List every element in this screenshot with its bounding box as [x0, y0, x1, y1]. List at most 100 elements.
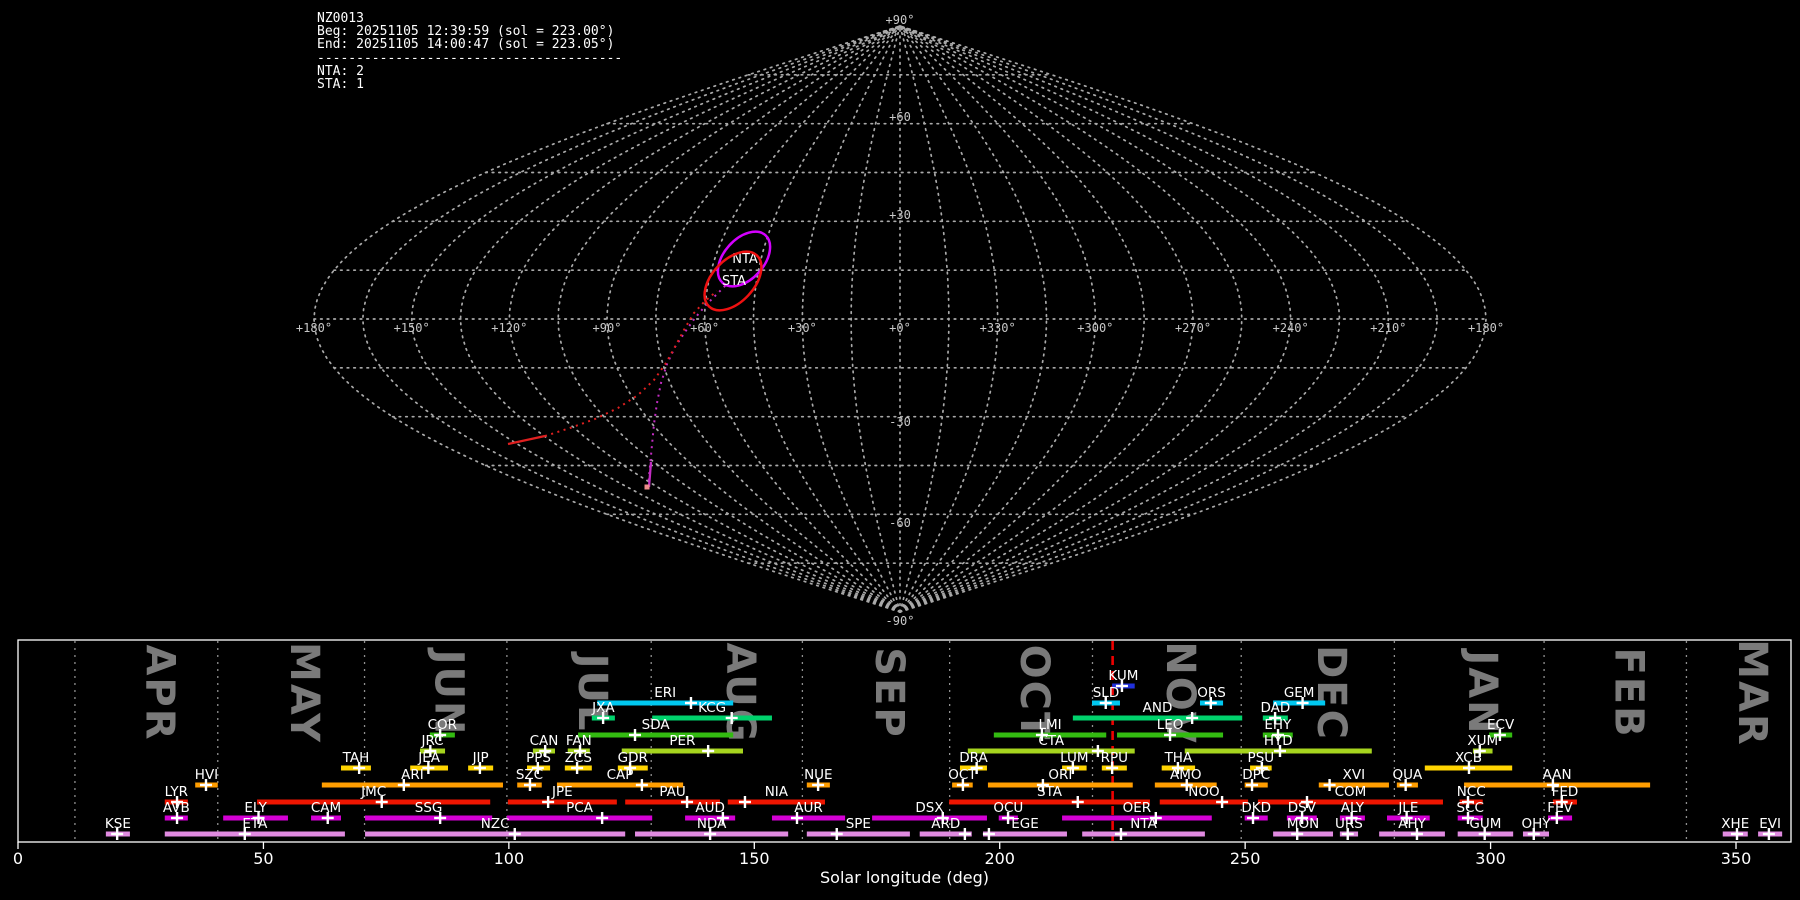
map-longitude-label: +60°: [690, 321, 719, 335]
shower-label-ZCS: ZCS: [565, 750, 592, 766]
peak-marker-PCA: [596, 812, 609, 824]
shower-bar-NOO: [1159, 799, 1249, 805]
map-latitude-label: +90°: [886, 13, 915, 27]
shower-label-XCB: XCB: [1455, 750, 1482, 766]
peak-marker-ARD: [958, 828, 971, 840]
peak-marker-CAP: [635, 779, 648, 791]
peak-marker-NZC: [508, 828, 521, 840]
shower-bar-ETA: [164, 831, 345, 837]
axis-tick-label: 0: [13, 849, 23, 868]
shower-label-JMC: JMC: [360, 784, 386, 800]
shower-bar-AUR: [771, 815, 846, 821]
shower-label-OCT: OCT: [948, 767, 977, 783]
shower-label-ECV: ECV: [1487, 717, 1515, 733]
shower-label-XVI: XVI: [1343, 767, 1365, 783]
shower-bar-JMC: [257, 799, 491, 805]
shower-label-MON: MON: [1287, 816, 1319, 832]
map-latitude-label: +60: [889, 110, 911, 124]
shower-label-CAN: CAN: [530, 733, 559, 749]
shower-label-JPE: JPE: [551, 784, 573, 800]
shower-label-THA: THA: [1164, 750, 1193, 766]
shower-label-AUD: AUD: [695, 800, 725, 816]
axis-tick-label: 300: [1475, 849, 1506, 868]
shower-label-SCC: SCC: [1456, 800, 1483, 816]
shower-bar-SPE: [806, 831, 910, 837]
shower-bar-SDA: [578, 732, 734, 738]
map-longitude-label: +30°: [788, 321, 817, 335]
radiant-trail-NTA: [647, 283, 728, 488]
shower-label-GDR: GDR: [618, 750, 648, 766]
shower-bar-KCG: [652, 715, 772, 721]
axis-tick-label: 350: [1721, 849, 1752, 868]
shower-bar-JPE: [507, 799, 617, 805]
axis-tick-label: 250: [1230, 849, 1261, 868]
axis-tick-label: 50: [253, 849, 273, 868]
shower-label-AHY: AHY: [1398, 816, 1426, 832]
shower-label-SSG: SSG: [415, 800, 443, 816]
map-latitude-label: -30: [889, 415, 911, 429]
month-label-SEP: SEP: [866, 647, 912, 738]
shower-label-KUM: KUM: [1108, 668, 1138, 684]
shower-label-AAN: AAN: [1543, 767, 1572, 783]
shower-label-LEO: LEO: [1157, 717, 1184, 733]
shower-label-ARI: ARI: [401, 767, 424, 783]
peak-marker-NTA: [1114, 828, 1127, 840]
map-latitude-label: +30: [889, 208, 911, 222]
map-longitude-label: +120°: [491, 321, 527, 335]
map-longitude-label: +0°: [889, 321, 911, 335]
shower-label-PSU: PSU: [1248, 750, 1275, 766]
shower-label-DAD: DAD: [1260, 700, 1290, 716]
shower-label-NCC: NCC: [1457, 784, 1486, 800]
map-meridian: [899, 25, 1243, 613]
shower-label-RPU: RPU: [1101, 750, 1128, 766]
shower-label-EGE: EGE: [1011, 816, 1039, 832]
shower-label-JEA: JEA: [417, 750, 441, 766]
shower-bar-NZC: [365, 831, 626, 837]
shower-bar-STA: [949, 799, 1150, 805]
shower-label-DSX: DSX: [915, 800, 943, 816]
shower-label-JXA: JXA: [591, 700, 615, 716]
shower-label-QUA: QUA: [1393, 767, 1424, 783]
month-label-DEC: DEC: [1308, 645, 1354, 741]
shower-bar-NTA: [1082, 831, 1205, 837]
shower-bar-DSX: [872, 815, 987, 821]
month-label-FEB: FEB: [1605, 647, 1651, 738]
peak-marker-ERI: [684, 697, 697, 709]
shower-label-NZC: NZC: [481, 816, 510, 832]
peak-marker-SPE: [830, 828, 843, 840]
shower-label-FED: FED: [1552, 784, 1579, 800]
shower-label-ERI: ERI: [654, 685, 676, 701]
shower-label-SPE: SPE: [846, 816, 871, 832]
peak-marker-NIA: [738, 796, 751, 808]
shower-label-PCA: PCA: [566, 800, 594, 816]
shower-label-COM: COM: [1335, 784, 1367, 800]
shower-label-DKD: DKD: [1241, 800, 1271, 816]
map-longitude-label: +240°: [1273, 321, 1309, 335]
shower-label-ALY: ALY: [1341, 800, 1365, 816]
shower-label-TAH: TAH: [342, 750, 370, 766]
shower-label-DPC: DPC: [1242, 767, 1270, 783]
shower-label-GUM: GUM: [1469, 816, 1501, 832]
shower-label-SLD: SLD: [1093, 685, 1120, 701]
sta-count: STA: 1: [317, 77, 364, 93]
shower-label-CTA: CTA: [1038, 733, 1065, 749]
shower-label-ORI: ORI: [1048, 767, 1072, 783]
radiant-and-activity-plot: +180° +150° +120° +90° +60° +30° +0° +330° +300°…: [13, 13, 1792, 887]
month-label-APR: APR: [136, 644, 182, 741]
shower-label-FEV: FEV: [1547, 800, 1573, 816]
peak-marker-STA: [1071, 796, 1084, 808]
shower-label-SDA: SDA: [642, 717, 671, 733]
map-longitude-label: +300°: [1077, 321, 1113, 335]
shower-label-STA: STA: [1037, 784, 1063, 800]
shower-label-JLE: JLE: [1397, 800, 1418, 816]
map-longitude-label: +330°: [980, 321, 1016, 335]
observation-header: NZ0013 Beg: 20251105 12:39:59 (sol = 223…: [317, 12, 622, 91]
shower-label-LYR: LYR: [165, 784, 188, 800]
shower-label-ELY: ELY: [244, 800, 267, 816]
axis-tick-label: 150: [739, 849, 770, 868]
shower-label-PAU: PAU: [659, 784, 685, 800]
axis-tick-label: 100: [494, 849, 525, 868]
shower-label-XHE: XHE: [1721, 816, 1749, 832]
radiant-trail-tip-NTA: [644, 484, 650, 490]
shower-label-EHY: EHY: [1264, 717, 1292, 733]
